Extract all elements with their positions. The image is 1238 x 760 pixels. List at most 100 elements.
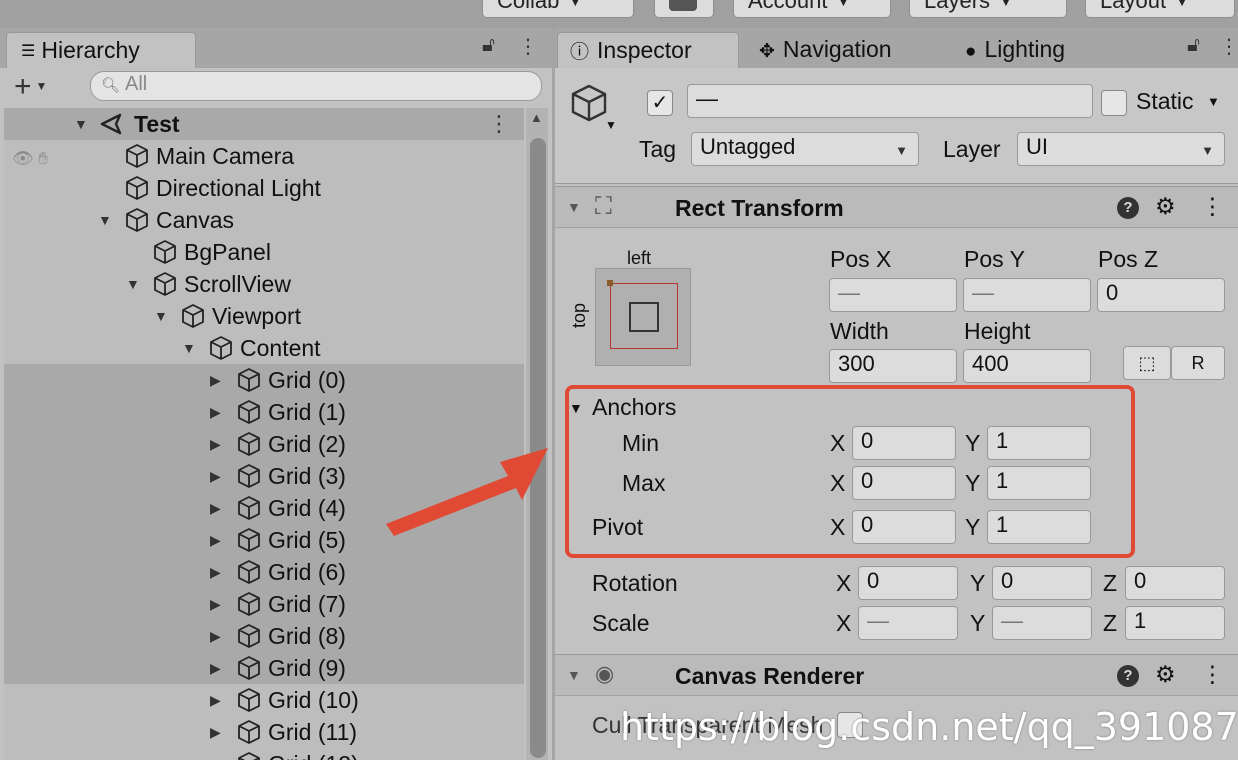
rot-z-field[interactable]: 0 xyxy=(1125,566,1225,600)
lock-icon[interactable]: 🔓︎ xyxy=(482,34,495,57)
hierarchy-item[interactable]: BgPanel xyxy=(4,236,524,268)
chevron-down-icon[interactable]: ▼ xyxy=(605,118,617,132)
pos-z-label: Pos Z xyxy=(1098,246,1159,272)
scale-z-field[interactable]: 1 xyxy=(1125,606,1225,640)
pos-x-field[interactable]: — xyxy=(829,278,957,312)
hierarchy-item[interactable]: ▶ Grid (3) xyxy=(4,460,524,492)
hierarchy-item[interactable]: ▼ Viewport xyxy=(4,300,524,332)
fold-open-icon[interactable]: ▼ xyxy=(98,204,112,236)
pos-z-field[interactable]: 0 xyxy=(1097,278,1225,312)
fold-closed-icon[interactable]: ▶ xyxy=(210,364,221,396)
lock-icon[interactable]: 🔓︎ xyxy=(1187,34,1200,57)
scene-row[interactable]: ▼ Test ⋮ xyxy=(4,108,524,140)
fold-closed-icon[interactable]: ▶ xyxy=(210,524,221,556)
preset-settings-icon[interactable]: ⚙︎ xyxy=(1155,661,1176,688)
fold-closed-icon[interactable]: ▶ xyxy=(210,652,221,684)
tab-inspector[interactable]: ⓘ Inspector xyxy=(557,32,739,68)
scale-y-field[interactable]: — xyxy=(992,606,1092,640)
hierarchy-item[interactable]: ▶ Grid (11) xyxy=(4,716,524,748)
preset-settings-icon[interactable]: ⚙︎ xyxy=(1155,193,1176,220)
fold-closed-icon[interactable]: ▶ xyxy=(210,748,221,760)
hierarchy-item[interactable]: ▶ Grid (0) xyxy=(4,364,524,396)
fold-open-icon[interactable]: ▼ xyxy=(567,667,581,683)
hierarchy-item[interactable]: 👁︎ ✋︎ Main Camera xyxy=(4,140,524,172)
kebab-menu-icon[interactable]: ⋮ xyxy=(1201,661,1224,688)
blueprint-mode-button[interactable]: ⬚ xyxy=(1123,346,1171,380)
fold-closed-icon[interactable]: ▶ xyxy=(210,620,221,652)
create-button[interactable]: + ▼ xyxy=(14,70,47,103)
max-x-field[interactable]: 0 xyxy=(852,466,956,500)
hierarchy-item[interactable]: ▼ Content xyxy=(4,332,524,364)
kebab-menu-icon[interactable]: ⋮ xyxy=(1201,193,1224,220)
anchor-presets-button[interactable] xyxy=(595,268,691,366)
scroll-up-icon[interactable]: ▲ xyxy=(530,110,543,125)
scale-x-field[interactable]: — xyxy=(858,606,958,640)
cloud-button[interactable] xyxy=(654,0,714,18)
tag-dropdown[interactable]: Untagged ▼ xyxy=(691,132,919,166)
fold-open-icon[interactable]: ▼ xyxy=(567,199,581,215)
min-y-field[interactable]: 1 xyxy=(987,426,1091,460)
fold-closed-icon[interactable]: ▶ xyxy=(210,588,221,620)
raw-edit-button[interactable]: R xyxy=(1171,346,1225,380)
fold-closed-icon[interactable]: ▶ xyxy=(210,556,221,588)
rot-x-field[interactable]: 0 xyxy=(858,566,958,600)
fold-open-icon[interactable]: ▼ xyxy=(154,300,168,332)
hierarchy-item[interactable]: ▶ Grid (6) xyxy=(4,556,524,588)
canvas-renderer-header[interactable]: ▼ ◉ Canvas Renderer ? ⚙︎ ⋮ xyxy=(555,654,1238,696)
visibility-toggle-icon[interactable]: 👁︎ ✋︎ xyxy=(12,143,48,175)
hierarchy-item[interactable]: ▶ Grid (2) xyxy=(4,428,524,460)
fold-closed-icon[interactable]: ▶ xyxy=(210,684,221,716)
tab-inspector-label: Inspector xyxy=(597,37,692,63)
max-y-field[interactable]: 1 xyxy=(987,466,1091,500)
fold-closed-icon[interactable]: ▶ xyxy=(210,428,221,460)
fold-open-icon[interactable]: ▼ xyxy=(74,108,88,140)
height-field[interactable]: 400 xyxy=(963,349,1091,383)
collab-button[interactable]: Collab ▼ xyxy=(482,0,634,18)
hierarchy-item[interactable]: ▶ Grid (7) xyxy=(4,588,524,620)
help-icon[interactable]: ? xyxy=(1117,665,1139,687)
hierarchy-item[interactable]: Directional Light xyxy=(4,172,524,204)
tab-hierarchy[interactable]: ☰ Hierarchy xyxy=(6,32,196,68)
kebab-menu-icon[interactable]: ⋮ xyxy=(488,108,510,140)
hierarchy-item[interactable]: ▼ ScrollView xyxy=(4,268,524,300)
width-field[interactable]: 300 xyxy=(829,349,957,383)
hierarchy-item[interactable]: ▶ Grid (10) xyxy=(4,684,524,716)
hierarchy-item[interactable]: ▶ Grid (8) xyxy=(4,620,524,652)
fold-closed-icon[interactable]: ▶ xyxy=(210,716,221,748)
tab-lighting[interactable]: ● Lighting xyxy=(953,32,1123,68)
fold-open-icon[interactable]: ▼ xyxy=(569,400,583,416)
search-input[interactable]: 🔍︎ All xyxy=(90,71,542,101)
pivot-y-field[interactable]: 1 xyxy=(987,510,1091,544)
static-checkbox[interactable] xyxy=(1101,90,1127,116)
anchor-point xyxy=(607,280,613,286)
fold-closed-icon[interactable]: ▶ xyxy=(210,396,221,428)
layout-button[interactable]: Layout ▼ xyxy=(1085,0,1235,18)
hierarchy-item[interactable]: ▶ Grid (12) xyxy=(4,748,524,760)
fold-open-icon[interactable]: ▼ xyxy=(126,268,140,300)
kebab-menu-icon[interactable]: ⋮ xyxy=(518,34,538,59)
active-checkbox[interactable]: ✓ xyxy=(647,90,673,116)
min-x-field[interactable]: 0 xyxy=(852,426,956,460)
account-button[interactable]: Account ▼ xyxy=(733,0,891,18)
hierarchy-item[interactable]: ▶ Grid (5) xyxy=(4,524,524,556)
pos-y-field[interactable]: — xyxy=(963,278,1091,312)
hierarchy-item[interactable]: ▶ Grid (1) xyxy=(4,396,524,428)
tab-navigation[interactable]: ✥ Navigation xyxy=(747,32,937,68)
layer-dropdown[interactable]: UI ▼ xyxy=(1017,132,1225,166)
hierarchy-item[interactable]: ▼ Canvas xyxy=(4,204,524,236)
object-name-field[interactable]: — xyxy=(687,84,1093,118)
rect-transform-header[interactable]: ▼ ⛶ Rect Transform ? ⚙︎ ⋮ xyxy=(555,186,1238,228)
fold-closed-icon[interactable]: ▶ xyxy=(210,492,221,524)
scrollbar-thumb[interactable] xyxy=(530,138,546,758)
layers-button[interactable]: Layers ▼ xyxy=(909,0,1067,18)
fold-open-icon[interactable]: ▼ xyxy=(182,332,196,364)
hierarchy-item[interactable]: ▶ Grid (9) xyxy=(4,652,524,684)
fold-closed-icon[interactable]: ▶ xyxy=(210,460,221,492)
kebab-menu-icon[interactable]: ⋮ xyxy=(1219,34,1238,59)
chevron-down-icon[interactable]: ▼ xyxy=(1207,94,1220,109)
hierarchy-item[interactable]: ▶ Grid (4) xyxy=(4,492,524,524)
pivot-x-field[interactable]: 0 xyxy=(852,510,956,544)
hierarchy-scrollbar[interactable]: ▲ xyxy=(526,108,548,760)
rot-y-field[interactable]: 0 xyxy=(992,566,1092,600)
help-icon[interactable]: ? xyxy=(1117,197,1139,219)
